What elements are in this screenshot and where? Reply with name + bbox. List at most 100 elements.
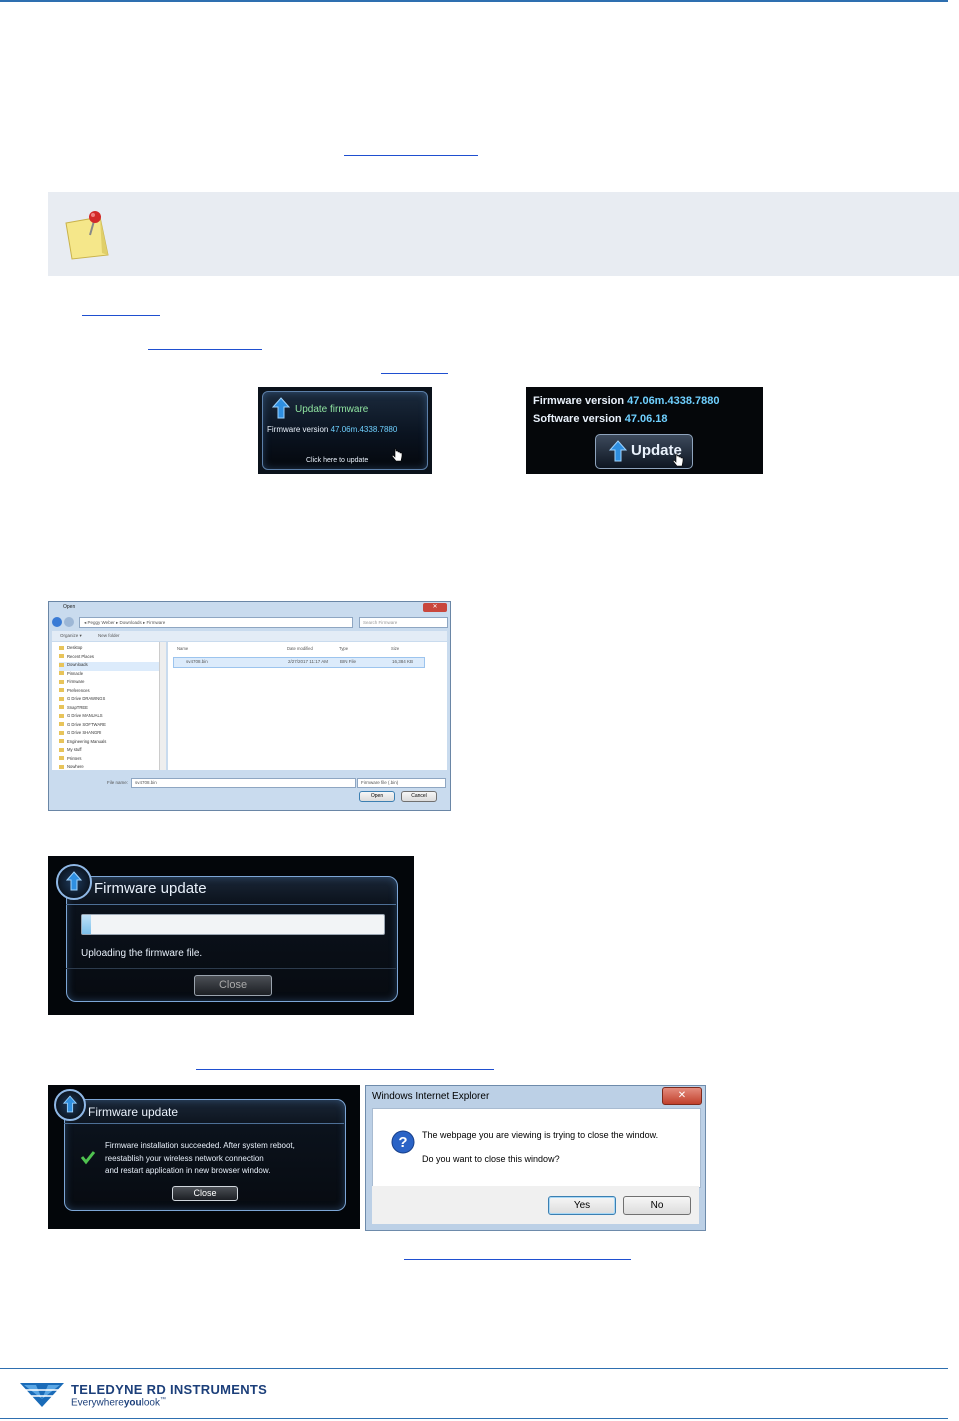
tree-item-label: Preferences	[67, 687, 90, 693]
click-to-update-link[interactable]: Click here to update	[306, 457, 368, 464]
message-line-1: Firmware installation succeeded. After s…	[105, 1141, 295, 1150]
widget-version: Firmware version 47.06m.4338.7880	[267, 425, 397, 434]
ie-dialog-title: Windows Internet Explorer	[372, 1091, 490, 1102]
footer-rule	[0, 1368, 948, 1369]
tree-item[interactable]: Desktop	[59, 645, 159, 654]
upload-badge	[56, 864, 92, 900]
upload-badge	[54, 1089, 86, 1121]
open-file-dialog: Open ✕ ◂ Peggy Weber ▸ Downloads ▸ Firmw…	[48, 601, 451, 811]
tree-item[interactable]: Engineering Manuals	[59, 739, 159, 748]
software-version-row: Software version 47.06.18	[533, 413, 668, 425]
tagline-part: Everywhere	[71, 1397, 124, 1409]
update-button[interactable]: Update	[595, 434, 693, 469]
column-header[interactable]: Type	[339, 646, 348, 651]
link-underline[interactable]	[404, 1259, 631, 1260]
folder-icon	[59, 764, 64, 769]
hand-cursor-icon	[672, 453, 684, 467]
search-input[interactable]: Search Firmware	[359, 617, 448, 628]
header-rule	[0, 0, 948, 2]
tree-item[interactable]: My stuff	[59, 747, 159, 756]
address-bar[interactable]: ◂ Peggy Weber ▸ Downloads ▸ Firmware	[79, 617, 353, 628]
tree-item[interactable]: Preferences	[59, 688, 159, 697]
folder-icon	[59, 747, 64, 752]
column-header[interactable]: Date modified	[287, 646, 313, 651]
tagline-part: you	[123, 1397, 142, 1409]
tree-list: Desktop Recent Places Downloads Pinnacle Fir…	[59, 645, 159, 773]
tree-item-label: G Drive MANUALS	[67, 713, 103, 718]
sticky-note-icon	[65, 211, 109, 260]
tree-item[interactable]: Pinnacle	[59, 671, 159, 680]
file-name: sv4708.bin	[186, 659, 208, 664]
tree-item[interactable]: Printers	[59, 756, 159, 765]
tree-item[interactable]: Recent Places	[59, 654, 159, 663]
tree-item-label: Desktop	[67, 645, 83, 650]
open-button[interactable]: Open	[359, 791, 395, 802]
folder-icon	[59, 679, 64, 684]
teledyne-logo-icon	[20, 1383, 64, 1407]
tagline-part: look	[141, 1397, 160, 1409]
folder-icon	[59, 722, 64, 727]
tree-item-label: G Drive DRAWINGS	[67, 696, 106, 701]
yes-button[interactable]: Yes	[548, 1196, 616, 1215]
upload-dialog-screenshot: Firmware update Uploading the firmware f…	[48, 856, 414, 1015]
success-message: Firmware installation succeeded. After s…	[105, 1140, 295, 1178]
tree-item-label: Nowhere	[67, 764, 84, 769]
tree-item[interactable]: SnapTREE	[59, 705, 159, 714]
upload-arrow-icon	[609, 440, 627, 462]
progress-fill	[82, 915, 92, 934]
file-date: 2/27/2017 11:17 AM	[288, 659, 328, 664]
tree-item-label: Printers	[67, 755, 82, 761]
firmware-version-screenshot: Firmware version 47.06m.4338.7880 Softwa…	[526, 387, 763, 474]
file-type: BIN File	[340, 659, 357, 664]
file-size: 16,384 KB	[392, 659, 414, 664]
close-icon[interactable]: ✕	[662, 1087, 702, 1105]
filename-input[interactable]: sv4708.bin	[131, 778, 356, 788]
tree-item[interactable]: G Drive DRAWINGS	[59, 696, 159, 705]
tree-item[interactable]: G Drive SOFTWARE	[59, 722, 159, 731]
tree-item[interactable]: Nowhere	[59, 764, 159, 773]
question-icon: ?	[391, 1130, 415, 1154]
firmware-label: Firmware version	[533, 395, 625, 407]
firmware-widget-screenshot: Update firmware Firmware version 47.06m.…	[258, 387, 432, 474]
upload-arrow-icon	[66, 871, 82, 891]
tree-item[interactable]: G Drive SHANGRI	[59, 730, 159, 739]
tree-item[interactable]: Downloads	[59, 662, 159, 671]
filetype-select[interactable]: Firmware file (.bin)	[357, 778, 446, 788]
close-button[interactable]: Close	[172, 1186, 238, 1201]
ie-message-line-2: Do you want to close this window?	[422, 1154, 560, 1164]
cancel-button[interactable]: Cancel	[401, 791, 437, 802]
firmware-version-row: Firmware version 47.06m.4338.7880	[533, 395, 720, 407]
ie-dialog: Windows Internet Explorer ✕ ? The webpag…	[365, 1085, 706, 1231]
link-underline[interactable]	[148, 349, 262, 350]
forward-arrow-icon[interactable]	[64, 617, 74, 627]
upload-arrow-icon	[63, 1095, 77, 1113]
link-underline[interactable]	[344, 155, 478, 156]
column-header[interactable]: Name	[177, 646, 188, 651]
hand-cursor-icon	[391, 448, 403, 462]
link-underline[interactable]	[82, 315, 160, 316]
ie-dialog-body	[372, 1108, 701, 1188]
link-underline[interactable]	[381, 373, 448, 374]
new-folder-button[interactable]: New folder	[98, 633, 120, 638]
close-button[interactable]: Close	[194, 975, 272, 996]
back-arrow-icon[interactable]	[52, 617, 62, 627]
tree-item[interactable]: Firmware	[59, 679, 159, 688]
organize-menu[interactable]: Organize ▾	[60, 633, 82, 639]
folder-icon	[59, 713, 64, 718]
link-underline[interactable]	[196, 1069, 494, 1070]
tree-item-label: Firmware	[67, 679, 85, 684]
software-value: 47.06.18	[624, 413, 668, 425]
file-row[interactable]: sv4708.bin 2/27/2017 11:17 AM BIN File 1…	[173, 657, 425, 668]
tree-item-label: Pinnacle	[67, 670, 84, 676]
column-header[interactable]: Size	[391, 646, 399, 651]
close-icon[interactable]: ✕	[423, 603, 447, 612]
progress-bar	[81, 914, 385, 935]
version-value: 47.06m.4338.7880	[330, 425, 398, 434]
checkmark-icon	[80, 1151, 96, 1165]
tree-scrollbar[interactable]	[159, 642, 166, 770]
no-button[interactable]: No	[623, 1196, 691, 1215]
tree-item[interactable]: G Drive MANUALS	[59, 713, 159, 722]
tagline-part: ™	[159, 1397, 166, 1403]
success-dialog-screenshot: Firmware update Firmware installation su…	[48, 1085, 360, 1229]
tree-item-label: Engineering Manuals	[67, 738, 107, 744]
